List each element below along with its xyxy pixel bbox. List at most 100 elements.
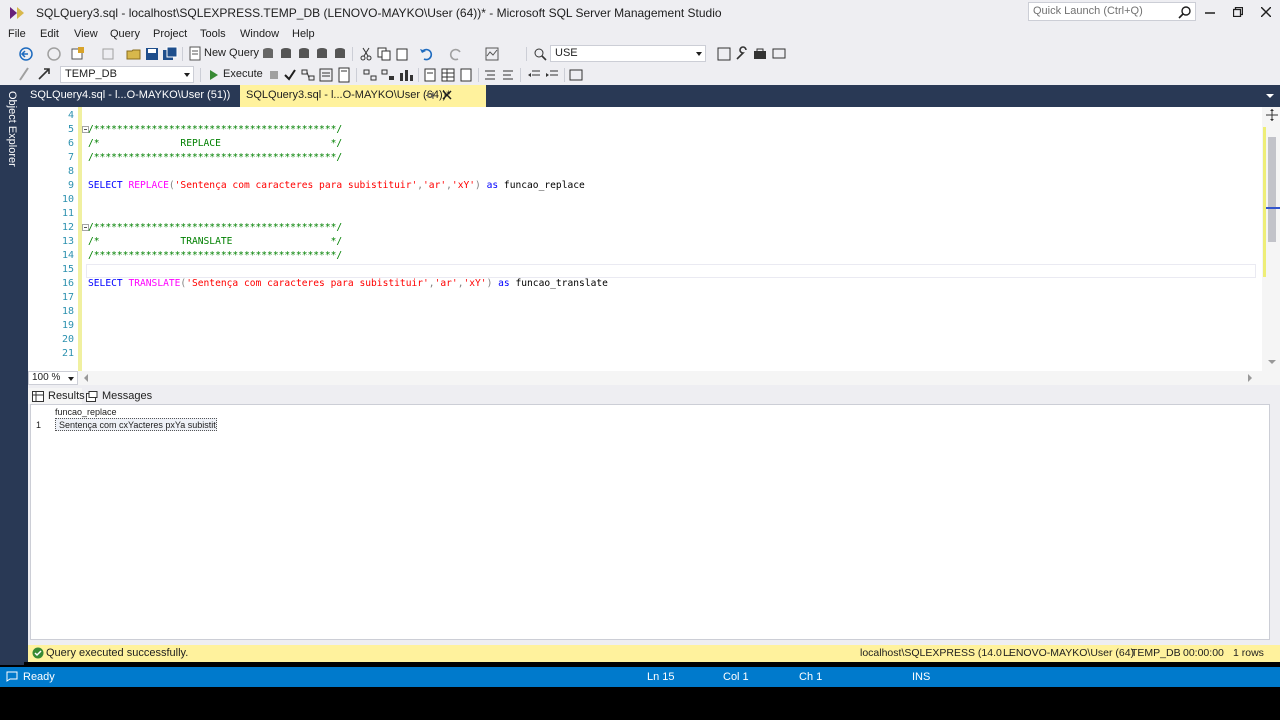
- zoom-level-combo[interactable]: 100 %: [28, 371, 78, 385]
- query-editor[interactable]: 4 5 6 7 8 9 10 11 12 13 14 15 16 17 18 1…: [24, 107, 1280, 371]
- scroll-down-icon[interactable]: [1268, 360, 1276, 364]
- line-number: 20: [61, 334, 74, 345]
- forward-icon[interactable]: [46, 46, 62, 62]
- tab-sqlquery4[interactable]: SQLQuery4.sql - l...O-MAYKO\User (51)): [24, 85, 234, 107]
- new-query-label: New Query: [204, 47, 260, 59]
- menu-window[interactable]: Window: [240, 28, 279, 40]
- live-query-stats-icon[interactable]: [380, 67, 396, 83]
- cancel-query-icon[interactable]: [266, 67, 282, 83]
- new-project-icon[interactable]: [70, 46, 86, 62]
- line-number: 16: [61, 278, 74, 289]
- menu-help[interactable]: Help: [292, 28, 315, 40]
- menu-edit[interactable]: Edit: [40, 28, 59, 40]
- editor-vertical-scrollbar[interactable]: [1262, 107, 1280, 371]
- analysis-mdx-query-icon[interactable]: [278, 46, 294, 62]
- parse-checkmark-icon[interactable]: [282, 67, 298, 83]
- new-query-icon: [189, 46, 201, 61]
- status-column: Col 1: [723, 671, 749, 683]
- add-item-icon[interactable]: [100, 46, 116, 62]
- results-to-text-icon[interactable]: [422, 67, 438, 83]
- results-to-grid-icon[interactable]: [440, 67, 456, 83]
- uncomment-icon[interactable]: [500, 67, 516, 83]
- undo-icon[interactable]: [418, 46, 434, 62]
- sql-keyword: as: [486, 180, 499, 191]
- sql-alias: funcao_translate: [509, 278, 608, 289]
- query-status-database: TEMP_DB: [1131, 647, 1181, 659]
- back-icon[interactable]: [18, 46, 34, 62]
- menu-file[interactable]: File: [8, 28, 26, 40]
- query-status-rows: 1 rows: [1233, 647, 1264, 659]
- analysis-dax-query-icon[interactable]: [332, 46, 348, 62]
- close-tab-icon[interactable]: [442, 90, 452, 100]
- scroll-right-icon[interactable]: [1248, 374, 1252, 382]
- copy-icon[interactable]: [376, 46, 392, 62]
- properties-wrench-icon[interactable]: [734, 46, 750, 62]
- toolbox-icon[interactable]: [752, 46, 768, 62]
- actual-plan-icon[interactable]: [362, 67, 378, 83]
- messages-icon: [86, 391, 98, 402]
- tab-results[interactable]: Results: [28, 388, 85, 404]
- save-icon[interactable]: [144, 46, 160, 62]
- chevron-down-icon: [696, 52, 702, 56]
- results-grid[interactable]: funcao_replace 1 Sentença com cxYacteres…: [30, 404, 1270, 640]
- results-pane: Results Messages funcao_replace 1 Senten…: [24, 385, 1280, 645]
- find-in-files-icon[interactable]: [532, 46, 548, 62]
- split-editor-icon[interactable]: [1266, 109, 1278, 121]
- menu-tools[interactable]: Tools: [200, 28, 226, 40]
- registered-servers-icon[interactable]: [716, 46, 732, 62]
- grid-icon: [32, 391, 44, 402]
- comment-out-icon[interactable]: [482, 67, 498, 83]
- analysis-dmx-query-icon[interactable]: [296, 46, 312, 62]
- analysis-xmla-query-icon[interactable]: [314, 46, 330, 62]
- change-connection-icon[interactable]: [36, 66, 52, 82]
- close-button[interactable]: [1252, 0, 1280, 24]
- increase-indent-icon[interactable]: [544, 67, 560, 83]
- scrollbar-thumb[interactable]: [1268, 137, 1276, 242]
- minimize-button[interactable]: [1196, 0, 1224, 24]
- results-to-file-icon[interactable]: [458, 67, 474, 83]
- object-explorer-tab[interactable]: Object Explorer: [6, 91, 18, 167]
- decrease-indent-icon[interactable]: [526, 67, 542, 83]
- menu-project[interactable]: Project: [153, 28, 187, 40]
- window-layout-icon[interactable]: [772, 46, 788, 62]
- open-file-icon[interactable]: [126, 46, 142, 62]
- object-explorer-rail: Object Explorer: [0, 85, 24, 665]
- specify-template-values-icon[interactable]: [568, 67, 584, 83]
- cut-icon[interactable]: [358, 46, 374, 62]
- tab-label: SQLQuery4.sql - l...O-MAYKO\User (51)): [30, 89, 231, 101]
- tab-messages[interactable]: Messages: [82, 388, 152, 404]
- save-all-icon[interactable]: [162, 46, 178, 62]
- activity-monitor-icon[interactable]: [484, 46, 500, 62]
- available-databases-combo[interactable]: TEMP_DB: [60, 66, 194, 83]
- redo-icon[interactable]: [448, 46, 464, 62]
- sql-string: 'xY': [451, 180, 476, 191]
- window-title: SQLQuery3.sql - localhost\SQLEXPRESS.TEM…: [36, 6, 722, 20]
- query-options-icon[interactable]: [318, 67, 334, 83]
- success-check-icon: [32, 647, 44, 659]
- minimize-icon: [1205, 12, 1215, 14]
- code-line-16: SELECT TRANSLATE('Sentença com caractere…: [88, 278, 608, 289]
- execute-button[interactable]: Execute: [206, 67, 263, 83]
- database-engine-query-icon[interactable]: [260, 46, 276, 62]
- use-database-combo[interactable]: USE: [550, 45, 706, 62]
- menu-query[interactable]: Query: [110, 28, 140, 40]
- connect-icon[interactable]: [16, 66, 32, 82]
- paste-icon[interactable]: [394, 46, 410, 62]
- result-cell[interactable]: Sentença com cxYacteres pxYa subistituir: [55, 418, 217, 431]
- scroll-left-icon[interactable]: [84, 374, 88, 382]
- intellisense-icon[interactable]: [336, 67, 352, 83]
- tab-list-dropdown-icon[interactable]: [1266, 94, 1274, 98]
- tab-sqlquery3[interactable]: SQLQuery3.sql - l...O-MAYKO\User (64))*: [240, 85, 486, 107]
- toolbar-separator: [352, 47, 353, 61]
- estimated-plan-icon[interactable]: [300, 67, 316, 83]
- zoom-value: 100 %: [32, 372, 61, 383]
- column-header[interactable]: funcao_replace: [55, 407, 117, 417]
- restore-button[interactable]: [1224, 0, 1252, 24]
- quick-launch-input[interactable]: Quick Launch (Ctrl+Q): [1028, 2, 1196, 21]
- menu-view[interactable]: View: [74, 28, 98, 40]
- query-status-bar: Query executed successfully. localhost\S…: [24, 645, 1280, 662]
- caret-position-marker: [1266, 207, 1280, 209]
- pin-icon[interactable]: [426, 90, 436, 100]
- toolbar-separator: [356, 68, 357, 82]
- client-statistics-icon[interactable]: [398, 67, 414, 83]
